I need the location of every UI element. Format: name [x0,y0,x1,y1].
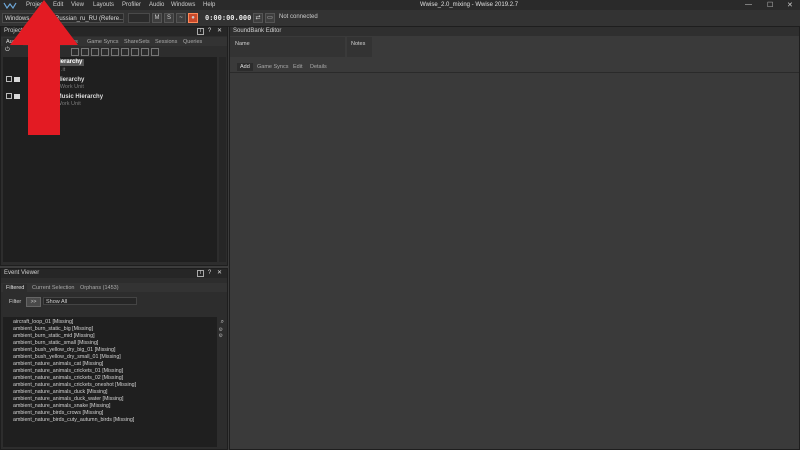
maximize-button[interactable]: ☐ [767,1,773,9]
tool-icon[interactable] [131,48,139,56]
list-item[interactable]: ambient_nature_animals_duck_water [Missi… [13,396,123,403]
list-item[interactable]: ambient_nature_animals_duck [Missing] [13,389,108,396]
list-item[interactable]: ambient_burn_static_small [Missing] [13,340,98,347]
menu-profiler[interactable]: Profiler [122,2,141,8]
list-item[interactable]: ambient_nature_animals_crickets_oneshot … [13,382,136,389]
list-item[interactable]: ambient_nature_animals_snake [Missing] [13,403,110,410]
info-icon[interactable]: i [197,270,204,277]
time-display: 0:00:00.000 [205,14,252,22]
menu-help[interactable]: Help [203,2,215,8]
event-viewer-title: Event Viewer [1,269,227,278]
help-icon[interactable]: ? [206,270,213,277]
tab-game-syncs[interactable]: Game Syncs [257,63,288,71]
tool-icon[interactable] [111,48,119,56]
tab-edit[interactable]: Edit [293,63,302,71]
transport-field[interactable] [128,13,150,23]
notes-column: Notes [347,37,372,57]
tab-game-syncs[interactable]: Game Syncs [87,38,118,46]
close-icon[interactable]: ✕ [216,270,223,277]
tab-sessions[interactable]: Sessions [155,38,177,46]
minimize-button[interactable]: — [745,1,752,8]
toolbar: Windows_Hi… Russian_ru_RU (Refere… M S ~… [0,10,800,27]
list-item[interactable]: ambient_bush_yellow_dry_small_01 [Missin… [13,354,121,361]
tool-icon[interactable] [121,48,129,56]
list-item[interactable]: ambient_nature_animals_crickets_02 [Miss… [13,375,123,382]
tool-icon[interactable] [91,48,99,56]
soundbank-content [230,72,799,449]
close-button[interactable]: ✕ [787,1,793,9]
soundbank-editor-panel: SoundBank Editor Name Notes Add Game Syn… [229,26,800,450]
remote-icon[interactable]: ▭ [265,13,275,23]
tool-icon[interactable] [81,48,89,56]
tab-add[interactable]: Add [237,63,253,71]
tab-details[interactable]: Details [310,63,327,71]
info-icon[interactable]: i [197,28,204,35]
filter-label: Filter [9,299,22,305]
red-arrow-icon [10,0,78,135]
menu-windows[interactable]: Windows [171,2,195,8]
tab-queries[interactable]: Queries [183,38,202,46]
tab-sharesets[interactable]: ShareSets [124,38,150,46]
soundbank-editor-tabs: Add Game Syncs Edit Details [230,62,799,72]
list-item[interactable]: ambient_burn_static_big [Missing] [13,326,93,333]
notes-label: Notes [351,41,366,47]
close-icon[interactable]: ✕ [216,28,223,35]
tab-filtered[interactable]: Filtered [3,284,28,292]
tab-current-selection[interactable]: Current Selection [32,284,75,292]
connection-status: Not connected [279,14,318,20]
list-item[interactable]: ambient_bush_yellow_dry_big_01 [Missing] [13,347,115,354]
menu-audio[interactable]: Audio [149,2,164,8]
solo-icon[interactable]: S [164,13,174,23]
list-item[interactable]: ambient_nature_birds_crows [Missing] [13,410,103,417]
list-item[interactable]: ambient_nature_animals_crickets_01 [Miss… [13,368,123,375]
name-column: Name [230,37,345,57]
menu-layouts[interactable]: Layouts [93,2,114,8]
waveform-icon[interactable]: ~ [176,13,186,23]
window-title: Wwise_2.0_mixing - Wwise 2019.2.7 [420,2,519,8]
list-item[interactable]: ambient_nature_animals_cat [Missing] [13,361,103,368]
event-viewer-tabs: Filtered Current Selection Orphans (1453… [1,283,227,292]
capture-icon[interactable]: ● [188,13,198,23]
tool-icon[interactable] [141,48,149,56]
event-viewer-panel: Event Viewer i ? ✕ Filtered Current Sele… [0,268,228,450]
list-item[interactable]: ambient_burn_static_mid [Missing] [13,333,95,340]
tool-icon[interactable] [151,48,159,56]
list-item[interactable]: aircraft_loop_01 [Missing] [13,319,73,326]
list-item[interactable]: ambient_nature_birds_cuty_autumn_birds [… [13,417,134,424]
soundbank-editor-title: SoundBank Editor [230,27,799,36]
mute-icon[interactable]: M [152,13,162,23]
help-icon[interactable]: ? [206,28,213,35]
search-icon[interactable]: ⌕ [221,319,224,326]
tab-orphans[interactable]: Orphans (1453) [80,284,119,292]
tool-icon[interactable] [101,48,109,56]
filter-dropdown[interactable]: Show All [43,297,137,305]
settings-icon[interactable]: ⚙ [219,333,223,339]
connect-icon[interactable]: ⇄ [253,13,263,23]
scrollbar[interactable] [219,57,226,262]
name-label: Name [235,41,250,47]
filter-options-button[interactable]: >> [26,297,41,307]
event-list: aircraft_loop_01 [Missing] ambient_burn_… [3,317,217,447]
menu-bar: Project Edit View Layouts Profiler Audio… [0,0,800,10]
